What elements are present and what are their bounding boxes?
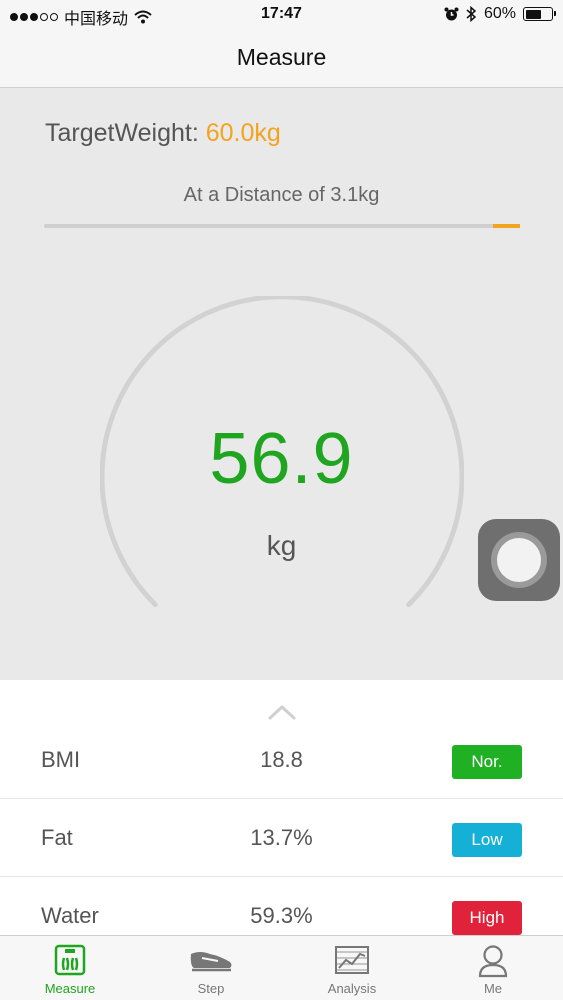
status-bar: 中国移动 17:47 60% bbox=[0, 0, 563, 30]
tab-analysis[interactable]: Analysis bbox=[282, 936, 422, 1000]
tab-step[interactable]: Step bbox=[141, 936, 281, 1000]
measure-scale-icon bbox=[54, 944, 86, 976]
metric-row-fat[interactable]: Fat 13.7% Low bbox=[0, 799, 563, 877]
tab-label: Step bbox=[197, 981, 225, 996]
chevron-up-icon[interactable] bbox=[267, 703, 297, 721]
status-badge: Nor. bbox=[452, 745, 522, 779]
battery-percentage: 60% bbox=[483, 5, 516, 22]
page-title: Measure bbox=[236, 44, 327, 70]
tab-bar: Measure Step Analysis Me bbox=[0, 935, 563, 1000]
assistive-touch-ring bbox=[491, 532, 547, 588]
navigation-bar: Measure bbox=[0, 30, 563, 88]
target-weight-label: TargetWeight: bbox=[45, 119, 199, 147]
status-right: 60% bbox=[444, 5, 556, 23]
target-progress-track bbox=[44, 224, 520, 228]
target-progress-marker bbox=[493, 224, 520, 228]
tab-label: Measure bbox=[44, 981, 96, 996]
metric-row-bmi[interactable]: BMI 18.8 Nor. bbox=[0, 721, 563, 799]
weight-value: 56.9 bbox=[209, 419, 354, 499]
assistive-touch-button[interactable] bbox=[478, 519, 560, 601]
bluetooth-icon bbox=[466, 6, 477, 22]
status-badge: Low bbox=[452, 823, 522, 857]
target-weight: TargetWeight: 60.0kg bbox=[45, 119, 281, 148]
tab-label: Analysis bbox=[327, 981, 377, 996]
battery-level-fill bbox=[525, 9, 541, 19]
person-icon bbox=[478, 945, 508, 978]
chart-icon bbox=[335, 946, 369, 974]
status-badge: High bbox=[452, 901, 522, 935]
tab-label: Me bbox=[483, 981, 503, 996]
alarm-clock-icon bbox=[444, 7, 459, 20]
shoe-icon bbox=[190, 952, 232, 972]
battery-icon bbox=[523, 7, 556, 21]
assistive-touch-center bbox=[497, 538, 541, 582]
tab-me[interactable]: Me bbox=[423, 936, 563, 1000]
tab-measure[interactable]: Measure bbox=[0, 936, 140, 1000]
distance-to-target: At a Distance of 3.1kg bbox=[183, 184, 380, 206]
target-weight-value: 60.0kg bbox=[205, 119, 281, 147]
